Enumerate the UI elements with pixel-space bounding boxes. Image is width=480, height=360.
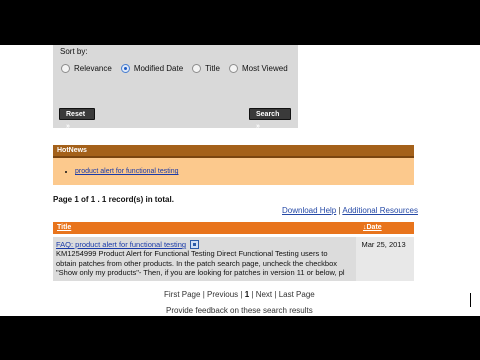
- pager-separator: |: [240, 290, 243, 299]
- reset-button[interactable]: Reset »: [59, 108, 95, 130]
- table-row: FAQ: product alert for functional testin…: [53, 237, 414, 281]
- result-title-link[interactable]: FAQ: product alert for functional testin…: [56, 240, 186, 249]
- sort-option-title[interactable]: Title: [192, 64, 220, 73]
- hotnews-box: HotNews product alert for functional tes…: [53, 145, 414, 185]
- radio-most-viewed[interactable]: [229, 64, 238, 73]
- help-links: Download Help | Additional Resources: [282, 206, 418, 215]
- result-snippet-line: obtain patches from other products. In t…: [56, 258, 338, 268]
- result-snippet-line: "Show only my products"- Then, if you ar…: [56, 268, 345, 278]
- top-black-bar: [0, 0, 480, 45]
- sort-by-label: Sort by:: [60, 47, 88, 56]
- text-cursor-icon: [470, 293, 471, 307]
- result-main-cell: FAQ: product alert for functional testin…: [53, 237, 354, 281]
- link-separator: |: [338, 206, 341, 215]
- current-page: 1: [244, 290, 250, 299]
- radio-relevance[interactable]: [61, 64, 70, 73]
- pager-separator: |: [202, 290, 205, 299]
- sort-option-label: Title: [205, 64, 220, 73]
- sort-option-label: Modified Date: [133, 64, 184, 73]
- results-header: Title ↓Date: [53, 222, 414, 234]
- next-page-link[interactable]: Next: [256, 290, 272, 299]
- radio-modified-date[interactable]: [120, 64, 130, 73]
- hotnews-list: product alert for functional testing: [75, 168, 414, 175]
- sort-option-most-viewed[interactable]: Most Viewed: [229, 64, 288, 73]
- additional-resources-link[interactable]: Additional Resources: [342, 206, 418, 215]
- sort-option-relevance[interactable]: Relevance: [61, 64, 112, 73]
- sort-option-label: Most Viewed: [242, 64, 288, 73]
- hotnews-link[interactable]: product alert for functional testing: [75, 168, 179, 175]
- column-title-header[interactable]: Title: [57, 224, 71, 231]
- pager-separator: |: [251, 290, 254, 299]
- pager-separator: |: [274, 290, 277, 299]
- first-page-link[interactable]: First Page: [164, 290, 200, 299]
- feedback-link[interactable]: Provide feedback on these search results: [166, 306, 313, 316]
- records-summary: Page 1 of 1 . 1 record(s) in total.: [53, 195, 174, 204]
- sort-option-label: Relevance: [74, 64, 112, 73]
- pagination: First Page | Previous | 1 | Next | Last …: [164, 290, 315, 299]
- result-snippet-line: KM1254999 Product Alert for Functional T…: [56, 249, 328, 259]
- last-page-link[interactable]: Last Page: [279, 290, 315, 299]
- result-date: Mar 25, 2013: [356, 237, 414, 281]
- hotnews-item: product alert for functional testing: [75, 168, 414, 175]
- document-icon[interactable]: [190, 240, 200, 250]
- download-help-link[interactable]: Download Help: [282, 206, 336, 215]
- sort-radio-group: Relevance Modified Date Title Most Viewe…: [61, 64, 297, 73]
- results-table: Title ↓Date FAQ: product alert for funct…: [53, 222, 414, 281]
- search-options-panel: Sort by: Relevance Modified Date Title M…: [53, 45, 298, 130]
- column-date-header[interactable]: ↓Date: [363, 224, 382, 231]
- hotnews-heading: HotNews: [53, 145, 414, 158]
- radio-title[interactable]: [192, 64, 202, 73]
- previous-page-link[interactable]: Previous: [207, 290, 238, 299]
- sort-option-modified-date[interactable]: Modified Date: [120, 64, 184, 73]
- bottom-black-bar: [0, 316, 480, 360]
- search-button[interactable]: Search »: [249, 108, 291, 130]
